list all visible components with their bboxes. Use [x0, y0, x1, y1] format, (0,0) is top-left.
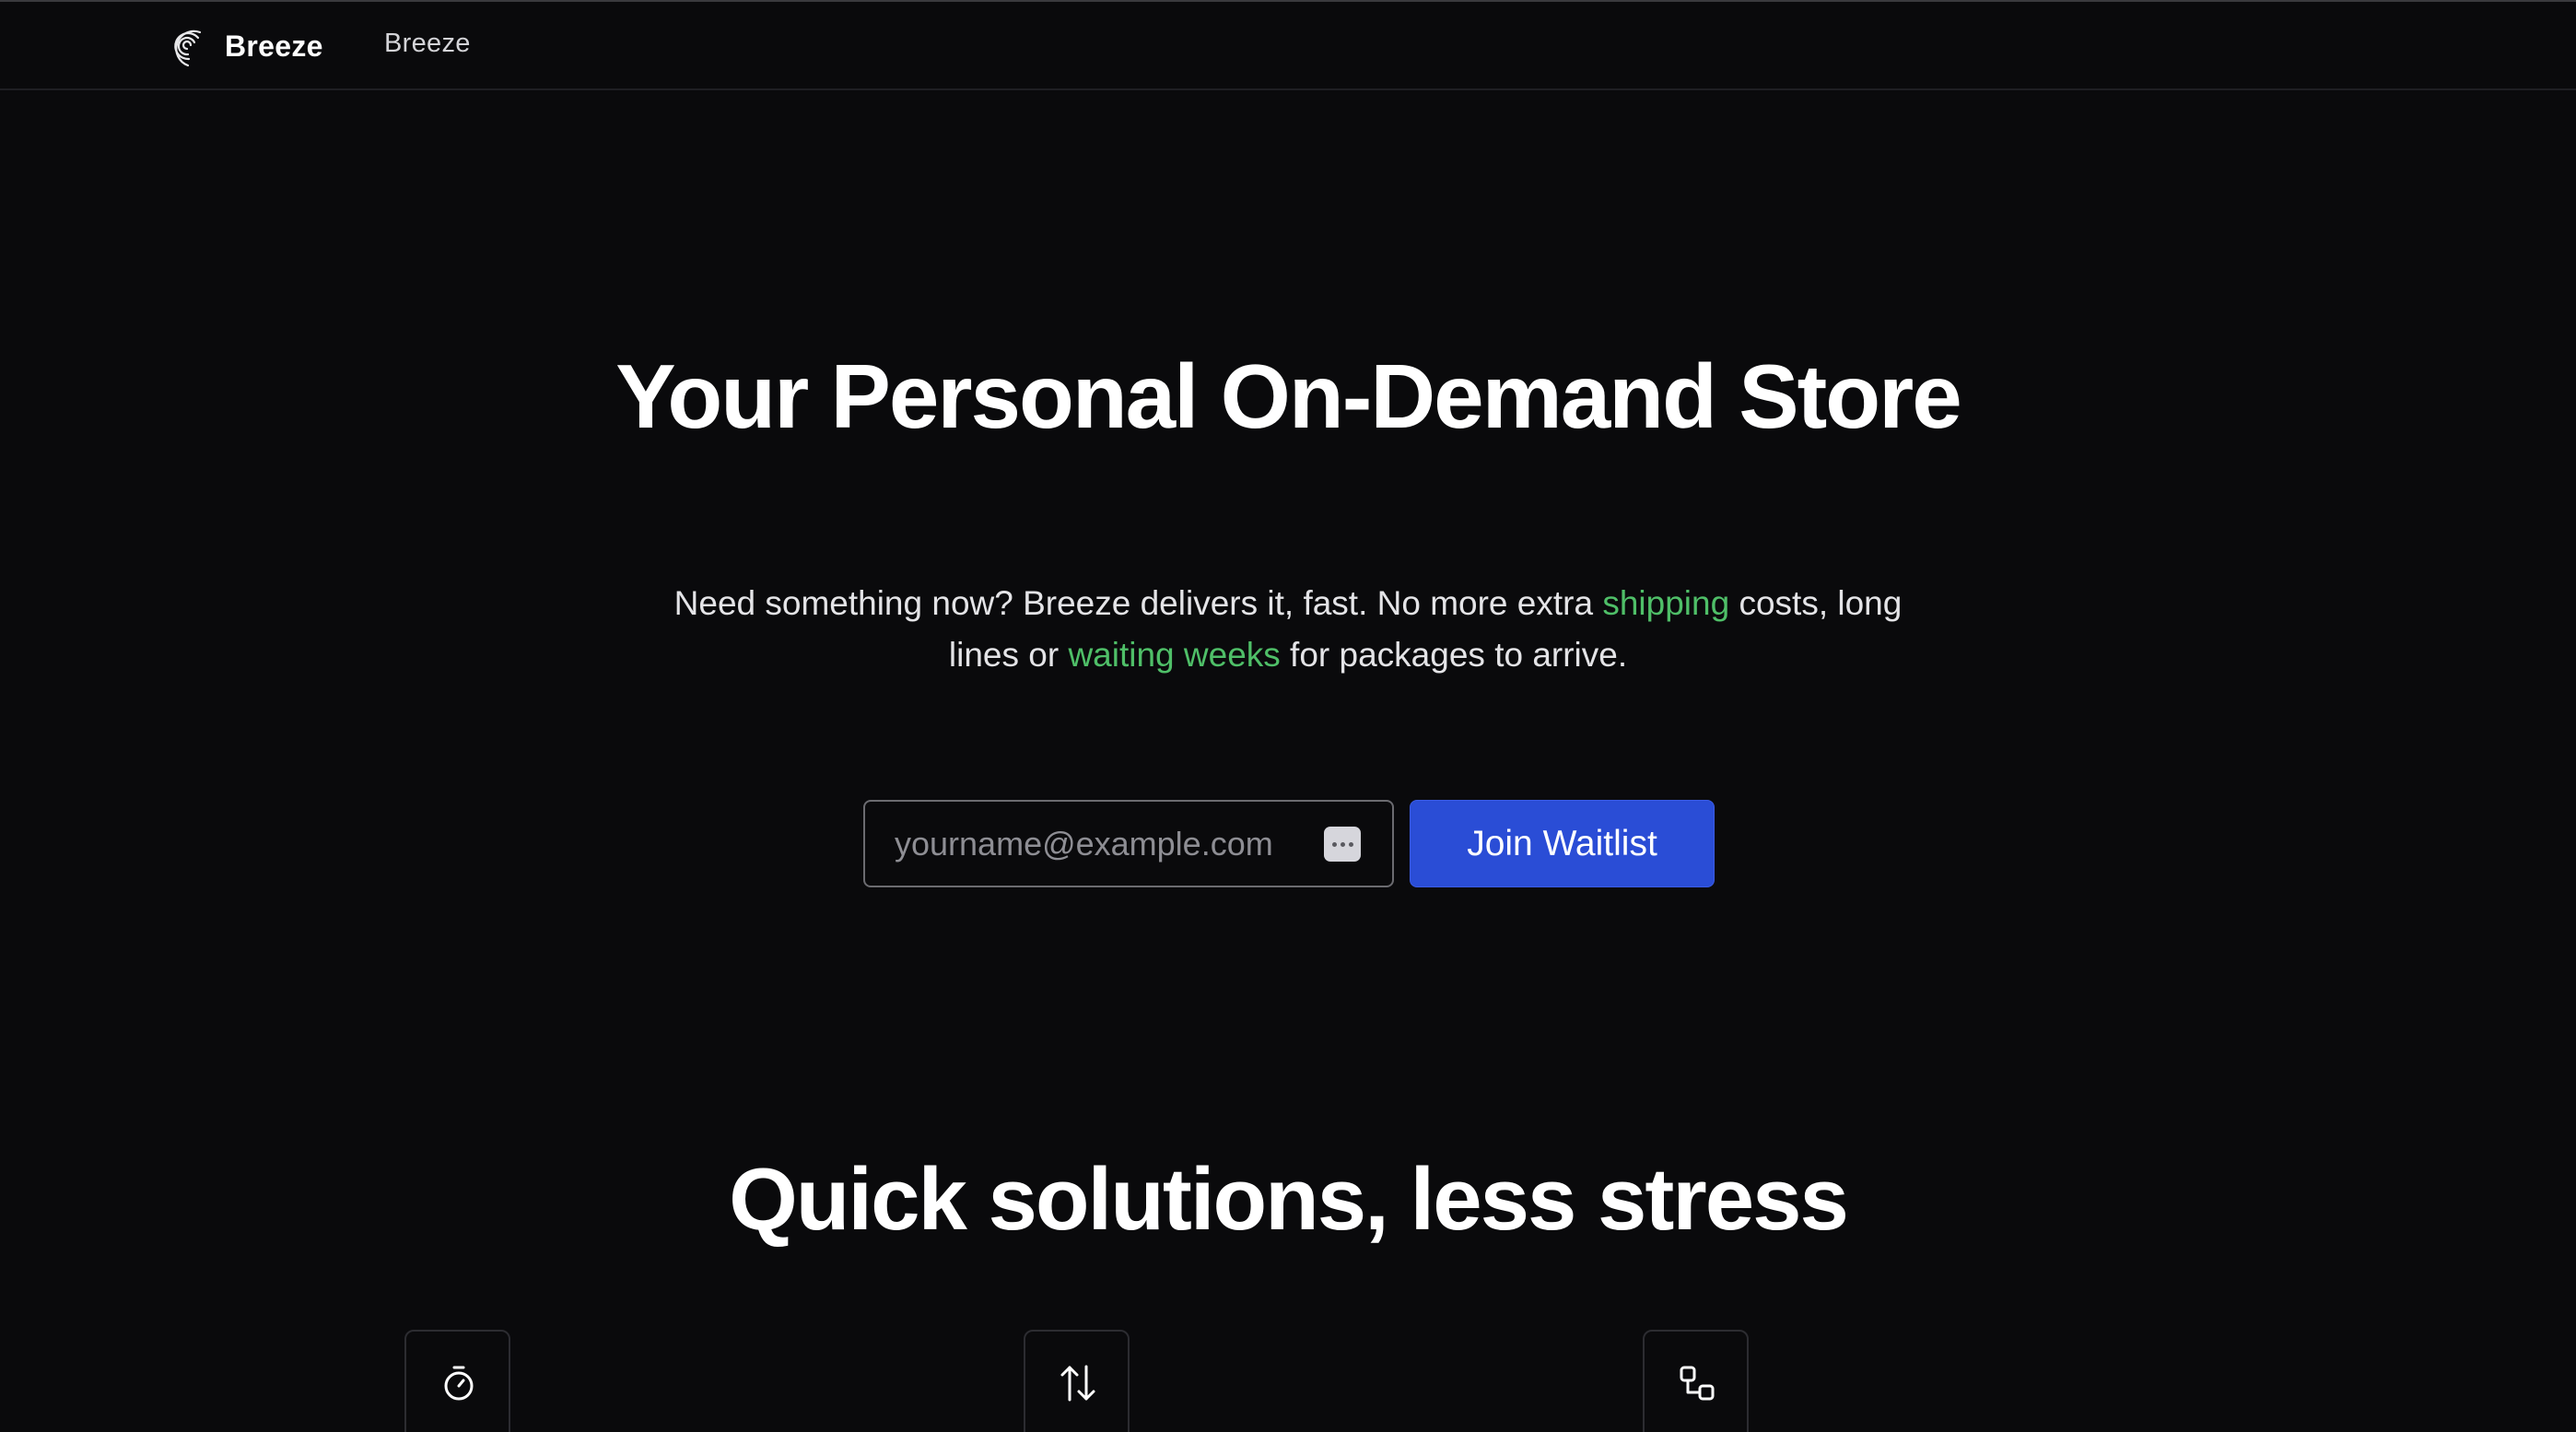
join-waitlist-button[interactable]: Join Waitlist	[1410, 800, 1715, 887]
brand-name: Breeze	[225, 29, 323, 63]
subtitle-highlight-shipping: shipping	[1602, 584, 1730, 622]
hero-subtitle: Need something now? Breeze delivers it, …	[663, 578, 1913, 681]
waitlist-form: Join Waitlist	[863, 800, 1715, 887]
hero-title: Your Personal On-Demand Store	[615, 346, 1961, 447]
breeze-logo-icon	[174, 29, 202, 67]
subtitle-text-3: for packages to arrive.	[1280, 636, 1628, 674]
email-input[interactable]	[865, 802, 1392, 886]
subtitle-highlight-waiting: waiting weeks	[1068, 636, 1281, 674]
email-field-wrapper	[863, 800, 1394, 887]
features-title: Quick solutions, less stress	[729, 1150, 1849, 1249]
stopwatch-icon	[444, 1366, 474, 1401]
feature-card-connect	[1643, 1330, 1749, 1432]
password-autofill-icon[interactable]	[1324, 827, 1361, 862]
feature-card-speed	[404, 1330, 510, 1432]
feature-card-exchange	[1024, 1330, 1130, 1432]
nav-link-breeze[interactable]: Breeze	[384, 29, 471, 59]
page: Breeze Breeze Your Personal On-Demand St…	[0, 0, 2576, 1432]
brand-home-link[interactable]: Breeze	[166, 22, 323, 70]
arrows-up-down-icon	[1060, 1365, 1095, 1402]
nodes-icon	[1680, 1366, 1715, 1401]
top-nav: Breeze Breeze	[0, 2, 2576, 90]
subtitle-text-1: Need something now? Breeze delivers it, …	[673, 584, 1603, 622]
